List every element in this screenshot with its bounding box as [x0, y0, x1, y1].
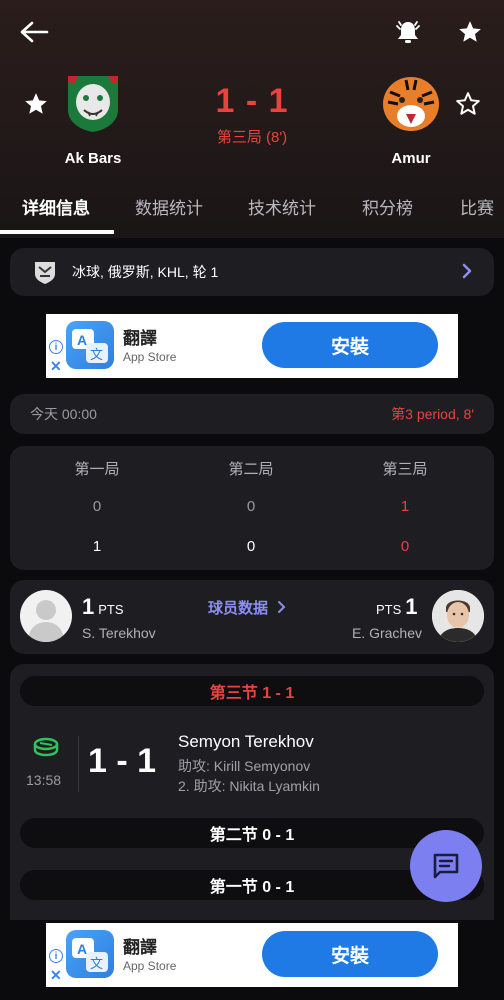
back-arrow-icon[interactable] — [14, 14, 54, 50]
ad-install-button[interactable]: 安裝 — [262, 931, 438, 977]
star-outline-icon[interactable] — [450, 86, 486, 122]
translate-app-icon: A文 — [66, 321, 114, 369]
period-scores-table: 第一局 第二局 第三局 0 0 1 1 0 0 — [10, 446, 494, 570]
away-period-score: 1 — [92, 538, 102, 555]
goal-assist: 助攻: Kirill Semyonov — [178, 758, 311, 774]
tab-details[interactable]: 详细信息 — [22, 186, 90, 227]
chevron-right-icon — [278, 601, 286, 613]
player-avatar-placeholder[interactable] — [20, 590, 72, 642]
ad-banner-bottom[interactable]: i ✕ A文 翻譯 App Store 安裝 — [46, 923, 458, 987]
player-avatar-photo[interactable] — [432, 590, 484, 642]
hockey-puck-icon — [32, 736, 60, 765]
match-period: 第三局 (8') — [216, 129, 288, 146]
tab-matches[interactable]: 比赛 — [460, 186, 494, 227]
home-period-score: 0 — [92, 498, 102, 515]
home-player-pts: 1 PTS — [82, 594, 124, 619]
league-text: 冰球, 俄罗斯, KHL, 轮 1 — [72, 264, 219, 280]
active-tab-indicator — [0, 230, 114, 234]
chat-icon — [433, 853, 459, 879]
chevron-right-icon — [460, 262, 474, 285]
goal-assist: 2. 助攻: Nikita Lyamkin — [178, 778, 320, 794]
goal-time: 13:58 — [26, 772, 62, 788]
current-period: 第3 period, 8' — [391, 406, 474, 422]
goal-score: 1 - 1 — [88, 742, 157, 780]
home-period-score: 1 — [400, 498, 410, 515]
tab-standings[interactable]: 积分榜 — [362, 186, 413, 227]
chat-button[interactable] — [410, 830, 482, 902]
svg-text:A: A — [77, 941, 87, 957]
period-header: 第三局 — [382, 461, 428, 478]
ak-bars-logo[interactable] — [62, 72, 124, 134]
svg-text:A: A — [77, 332, 87, 348]
period-header: 第二局 — [228, 461, 274, 478]
player-stats-link[interactable]: 球员数据 — [208, 597, 288, 618]
amur-logo[interactable] — [380, 72, 442, 134]
match-start-time: 今天 00:00 — [30, 406, 97, 422]
goal-divider — [78, 736, 79, 792]
match-time-bar: 今天 00:00 第3 period, 8' — [10, 394, 494, 434]
translate-app-icon: A文 — [66, 930, 114, 978]
ad-install-button[interactable]: 安裝 — [262, 322, 438, 368]
ad-close-icon[interactable]: ✕ — [50, 358, 62, 375]
period-header: 第一局 — [74, 461, 120, 478]
ad-app-store: App Store — [123, 350, 177, 364]
away-period-score: 0 — [400, 538, 410, 555]
goal-scorer[interactable]: Semyon Terekhov — [178, 732, 314, 752]
svg-text:文: 文 — [90, 957, 103, 972]
svg-text:文: 文 — [90, 348, 103, 363]
home-player-name[interactable]: S. Terekhov — [82, 625, 156, 641]
ad-close-icon[interactable]: ✕ — [50, 967, 62, 984]
bell-icon[interactable] — [390, 14, 426, 50]
khl-logo — [32, 259, 58, 285]
ad-info-icon[interactable]: i — [49, 949, 63, 963]
away-player-pts: PTS 1 — [376, 594, 418, 619]
match-header: Ak Bars Amur 1 - 1 第三局 (8') 详细信息 数据统计 技术… — [0, 0, 504, 238]
tab-bar: 详细信息 数据统计 技术统计 积分榜 比赛 — [0, 186, 504, 236]
away-period-score: 0 — [246, 538, 256, 555]
ad-banner[interactable]: i ✕ A文 翻譯 App Store 安裝 — [46, 314, 458, 378]
star-filled-icon[interactable] — [18, 86, 54, 122]
home-team-name[interactable]: Ak Bars — [33, 150, 153, 167]
ad-app-store: App Store — [123, 959, 177, 973]
tab-tech-stats[interactable]: 技术统计 — [248, 186, 316, 227]
star-icon[interactable] — [452, 14, 488, 50]
league-row[interactable]: 冰球, 俄罗斯, KHL, 轮 1 — [10, 248, 494, 296]
ad-app-title: 翻譯 — [123, 329, 157, 348]
away-team-name[interactable]: Amur — [351, 150, 471, 167]
ad-info-icon[interactable]: i — [49, 340, 63, 354]
tab-data-stats[interactable]: 数据统计 — [135, 186, 203, 227]
top-players-card: 1 PTS S. Terekhov 球员数据 PTS 1 E. Grachev — [10, 580, 494, 654]
period-3-header[interactable]: 第三节 1 - 1 — [20, 676, 484, 706]
ad-app-title: 翻譯 — [123, 938, 157, 957]
period-2-header[interactable]: 第二节 0 - 1 — [20, 818, 484, 848]
home-period-score: 0 — [246, 498, 256, 515]
match-score: 1 - 1 — [215, 82, 289, 120]
away-player-name[interactable]: E. Grachev — [344, 625, 422, 641]
